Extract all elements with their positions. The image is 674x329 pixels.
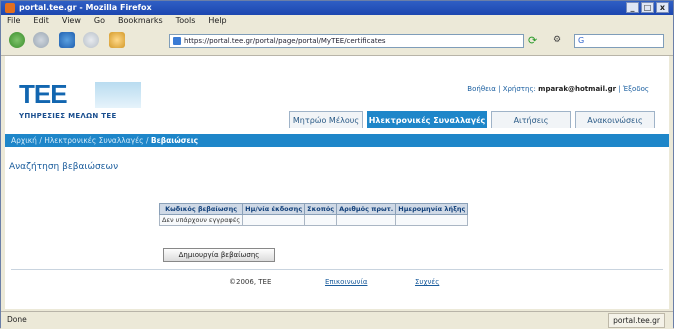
footer-contact-link[interactable]: Επικοινωνία <box>325 278 367 286</box>
reload-icon[interactable] <box>59 32 75 48</box>
user-email: mparak@hotmail.gr <box>538 85 617 93</box>
menu-tools[interactable]: Tools <box>176 15 196 27</box>
close-button[interactable]: x <box>656 2 669 13</box>
menu-file[interactable]: File <box>7 15 20 27</box>
menu-edit[interactable]: Edit <box>33 15 49 27</box>
tab-member-registry[interactable]: Μητρώο Μέλους <box>289 111 363 128</box>
status-domain: portal.tee.gr <box>608 313 665 328</box>
empty-cell <box>395 214 469 226</box>
empty-cell <box>336 214 397 226</box>
breadcrumb-bar: Αρχική / Ηλεκτρονικές Συναλλαγές / Βεβαι… <box>5 134 669 147</box>
empty-message: Δεν υπάρχουν εγγραφές <box>158 214 244 226</box>
footer-faq-link[interactable]: Συχνές <box>415 278 439 286</box>
help-link[interactable]: Βοήθεια <box>467 85 496 93</box>
window-controls: _ □ x <box>626 2 669 13</box>
go-icon[interactable]: ⟳ <box>528 34 540 48</box>
url-text: https://portal.tee.gr/portal/page/portal… <box>184 37 386 45</box>
certificates-table: Κωδικός βεβαίωσης Ημ/νία έκδοσης Σκοπός … <box>158 203 469 226</box>
logo-subtitle: ΥΠΗΡΕΣΙΕΣ ΜΕΛΩΝ ΤΕΕ <box>19 112 117 120</box>
address-bar[interactable]: https://portal.tee.gr/portal/page/portal… <box>169 34 524 48</box>
page-content: ΤΕΕ ΥΠΗΡΕΣΙΕΣ ΜΕΛΩΝ ΤΕΕ Βοήθεια | Χρήστη… <box>5 56 669 309</box>
tee-logo[interactable]: ΤΕΕ <box>19 81 68 107</box>
site-icon <box>173 37 181 45</box>
breadcrumb-current: Βεβαιώσεις <box>150 136 199 145</box>
page-title: Αναζήτηση βεβαιώσεων <box>9 162 119 172</box>
search-engine-icon[interactable]: ⚙ <box>553 35 561 45</box>
status-text: Done <box>7 315 27 324</box>
stop-icon[interactable] <box>83 32 99 48</box>
col-purpose: Σκοπός <box>304 203 338 215</box>
footer-divider <box>11 269 663 270</box>
breadcrumb-path[interactable]: Αρχική / Ηλεκτρονικές Συναλλαγές <box>11 136 144 145</box>
menu-go[interactable]: Go <box>94 15 105 27</box>
search-input[interactable]: G <box>574 34 664 48</box>
back-icon[interactable] <box>9 32 25 48</box>
logo-graphic <box>95 82 141 108</box>
tab-applications[interactable]: Αιτήσεις <box>491 111 571 128</box>
title-bar: portal.tee.gr - Mozilla Firefox _ □ x <box>1 1 673 15</box>
navigation-toolbar: https://portal.tee.gr/portal/page/portal… <box>1 27 673 56</box>
user-info: Βοήθεια | Χρήστης: mparak@hotmail.gr | Έ… <box>467 85 649 93</box>
logout-link[interactable]: Έξοδος <box>623 85 649 93</box>
maximize-button[interactable]: □ <box>641 2 654 13</box>
menu-bookmarks[interactable]: Bookmarks <box>118 15 163 27</box>
tab-electronic-transactions[interactable]: Ηλεκτρονικές Συναλλαγές <box>367 111 487 128</box>
col-protocol-number: Αριθμός πρωτ. <box>336 203 397 215</box>
status-bar: Done portal.tee.gr <box>1 311 673 329</box>
firefox-icon <box>5 3 15 13</box>
window-title: portal.tee.gr - Mozilla Firefox <box>19 3 152 12</box>
col-expiry-date: Ημερομηνία λήξης <box>395 203 469 215</box>
empty-cell <box>242 214 306 226</box>
menu-view[interactable]: View <box>62 15 81 27</box>
browser-window: portal.tee.gr - Mozilla Firefox _ □ x Fi… <box>0 0 674 329</box>
footer-copyright: ©2006, ΤΕΕ <box>229 278 272 286</box>
user-label: Χρήστης: <box>502 85 536 93</box>
breadcrumb: Αρχική / Ηλεκτρονικές Συναλλαγές / Βεβαι… <box>11 136 199 145</box>
menu-help[interactable]: Help <box>208 15 226 27</box>
menu-bar: File Edit View Go Bookmarks Tools Help <box>1 15 673 27</box>
create-certificate-button[interactable]: Δημιουργία βεβαίωσης <box>163 248 275 262</box>
table-row: Δεν υπάρχουν εγγραφές <box>158 214 469 226</box>
table-header-row: Κωδικός βεβαίωσης Ημ/νία έκδοσης Σκοπός … <box>158 203 469 215</box>
empty-cell <box>304 214 338 226</box>
col-certificate-code: Κωδικός βεβαίωσης <box>158 203 244 215</box>
tab-announcements[interactable]: Ανακοινώσεις <box>575 111 655 128</box>
home-icon[interactable] <box>109 32 125 48</box>
minimize-button[interactable]: _ <box>626 2 639 13</box>
col-issue-date: Ημ/νία έκδοσης <box>242 203 306 215</box>
forward-icon[interactable] <box>33 32 49 48</box>
